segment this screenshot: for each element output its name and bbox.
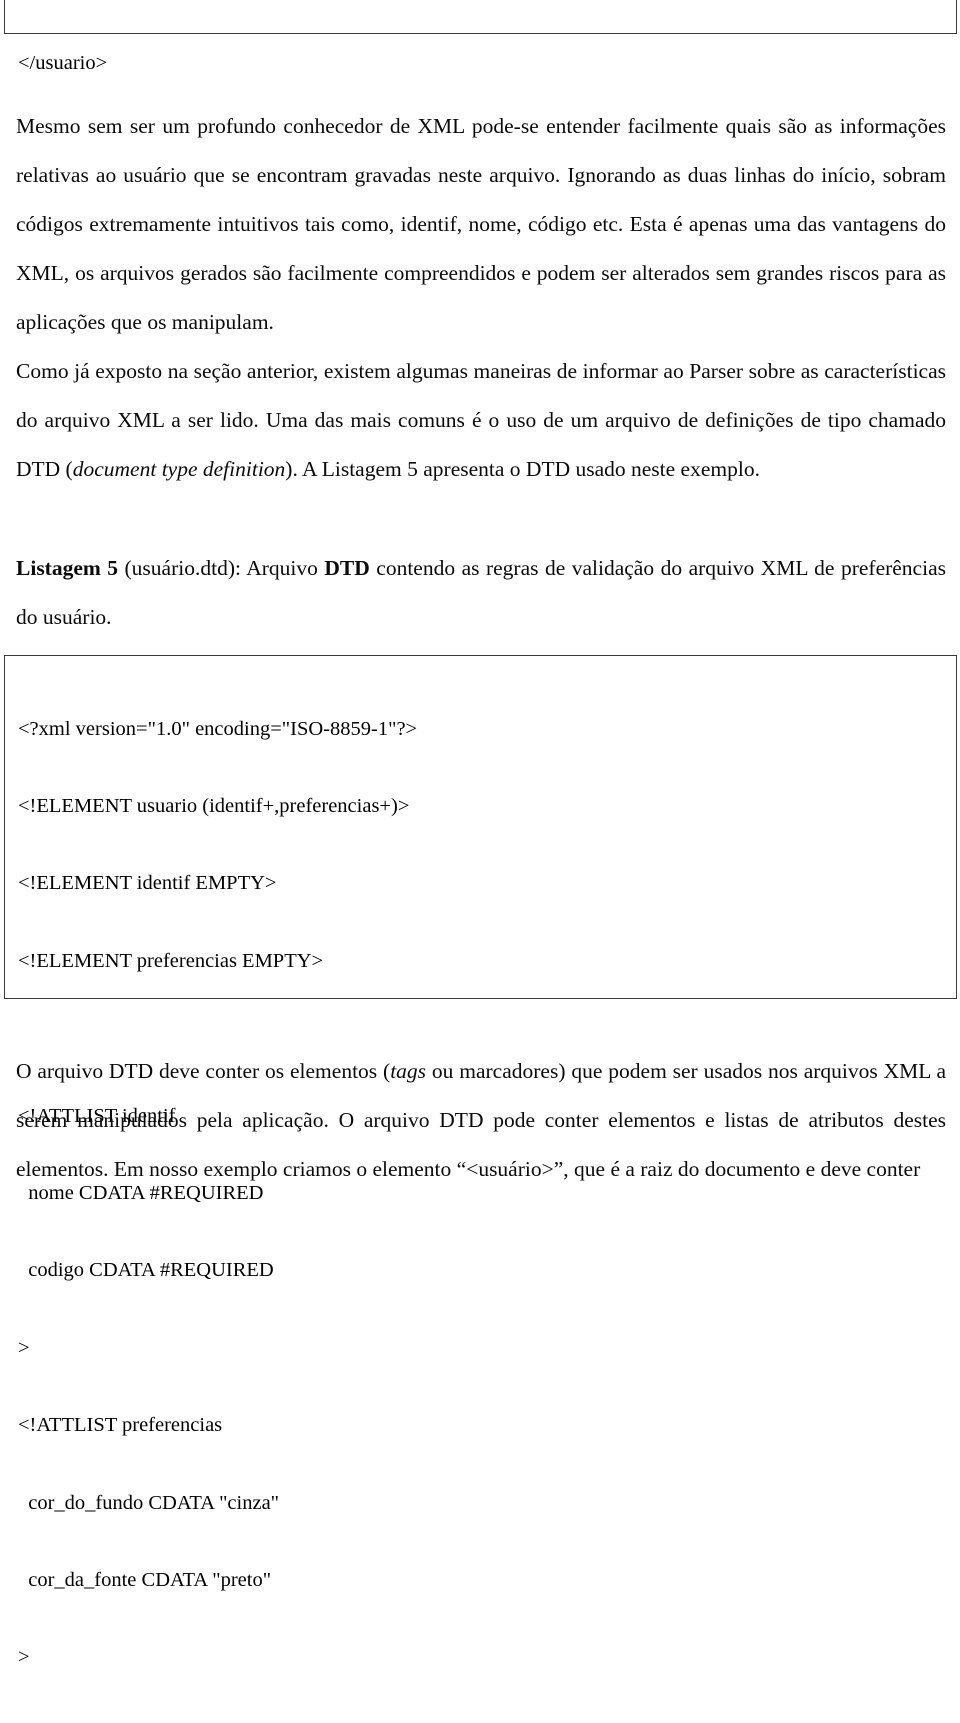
paragraph-dtd-elements-text-1: O arquivo DTD deve conter os elementos ( <box>16 1058 391 1083</box>
code-line: codigo CDATA #REQUIRED <box>18 1259 274 1282</box>
listing-caption-text-1: (usuário.dtd): Arquivo <box>118 555 325 580</box>
document-page: </usuario> Mesmo sem ser um profundo con… <box>0 0 960 1668</box>
paragraph-dtd-intro: Como já exposto na seção anterior, exist… <box>16 347 946 494</box>
listing-caption: Listagem 5 (usuário.dtd): Arquivo DTD co… <box>16 544 946 642</box>
code-block-dtd-listing: <?xml version="1.0" encoding="ISO-8859-1… <box>4 655 957 1668</box>
code-line: cor_da_fonte CDATA "preto" <box>18 1568 272 1591</box>
paragraph-xml-readability: Mesmo sem ser um profundo conhecedor de … <box>16 113 946 334</box>
listing-caption-label: Listagem 5 <box>16 555 119 580</box>
code-line: </usuario> <box>18 51 108 74</box>
code-line: <!ATTLIST preferencias <box>18 1414 223 1437</box>
paragraph-dtd-elements-italic: tags <box>390 1058 427 1083</box>
code-line: <?xml version="1.0" encoding="ISO-8859-1… <box>18 717 418 740</box>
paragraph-dtd-intro-italic: document type definition <box>72 456 286 481</box>
code-block-continued: </usuario> <box>4 0 957 74</box>
code-line: <!ELEMENT identif EMPTY> <box>18 872 277 895</box>
code-line: > <box>18 1336 30 1359</box>
code-line: <!ELEMENT usuario (identif+,preferencias… <box>18 794 410 817</box>
code-line: <!ELEMENT preferencias EMPTY> <box>18 949 324 972</box>
code-line: cor_do_fundo CDATA "cinza" <box>18 1491 280 1514</box>
paragraph-dtd-intro-text-2: ). A Listagem 5 apresenta o DTD usado ne… <box>285 456 760 481</box>
listing-caption-bold-dtd: DTD <box>324 555 370 580</box>
code-line: > <box>18 1646 30 1669</box>
paragraph-dtd-elements: O arquivo DTD deve conter os elementos (… <box>16 1047 946 1194</box>
